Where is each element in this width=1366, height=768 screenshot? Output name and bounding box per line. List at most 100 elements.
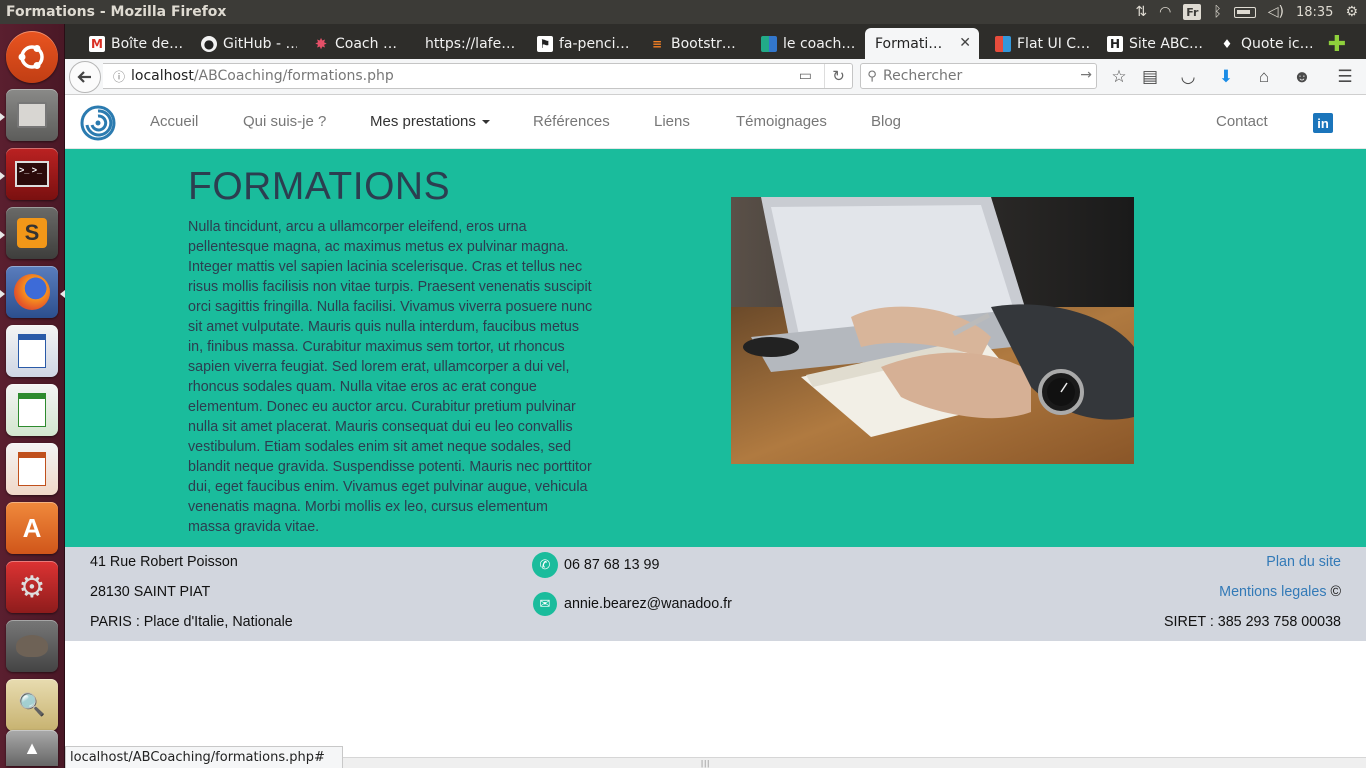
footer-address-line1: 41 Rue Robert Poisson: [90, 554, 238, 570]
footer-legal: Mentions legales ©: [1219, 584, 1341, 600]
nav-liens[interactable]: Liens: [654, 113, 690, 130]
horizontal-scrollbar[interactable]: |||: [343, 757, 1366, 768]
reading-list-icon[interactable]: ▤: [1138, 65, 1162, 89]
running-indicator-icon: [0, 231, 5, 239]
bookmark-icon: [761, 35, 777, 52]
gimp-icon[interactable]: [6, 620, 58, 672]
trash-icon[interactable]: ▲: [6, 730, 58, 766]
tab-fa-pencil[interactable]: ⚑ fa-penci…: [523, 28, 633, 59]
nav-accueil[interactable]: Accueil: [150, 113, 198, 130]
tab-github[interactable]: ● GitHub - …: [187, 28, 297, 59]
tab-label: le coach…: [783, 35, 856, 52]
tab-le-coach[interactable]: le coach…: [747, 28, 857, 59]
scroll-grip-icon: |||: [701, 759, 711, 768]
url-host: localhost: [131, 68, 194, 84]
libreoffice-impress-icon[interactable]: [6, 443, 58, 495]
site-logo-icon[interactable]: [80, 105, 116, 141]
firefox-icon[interactable]: [6, 266, 58, 318]
flag-icon: ⚑: [537, 35, 553, 52]
nav-references[interactable]: Références: [533, 113, 610, 130]
tab-site-abc[interactable]: H Site ABC…: [1093, 28, 1203, 59]
pocket-icon[interactable]: ◡: [1176, 65, 1200, 89]
wifi-icon[interactable]: ◠: [1159, 5, 1171, 19]
reader-view-icon[interactable]: ▭: [799, 68, 812, 84]
tab-label: Bootstr…: [671, 35, 736, 52]
sitemap-link[interactable]: Plan du site: [1266, 554, 1341, 570]
copyright: ©: [1330, 584, 1341, 600]
url-bar[interactable]: ⓘ localhost/ABCoaching/formations.php ▭ …: [103, 63, 853, 89]
nav-qui-suis-je[interactable]: Qui suis-je ?: [243, 113, 326, 130]
running-indicator-icon: [0, 290, 5, 298]
tab-lafe[interactable]: https://lafe…: [411, 28, 521, 59]
h-icon: H: [1107, 35, 1123, 52]
stackoverflow-icon: ≡: [651, 36, 663, 51]
nav-blog[interactable]: Blog: [871, 113, 901, 130]
footer-phone: 06 87 68 13 99: [564, 557, 660, 573]
tab-flat-ui[interactable]: Flat UI C…: [981, 28, 1091, 59]
tab-formations[interactable]: Formati… ✕: [865, 28, 979, 59]
tab-bootstrap[interactable]: ≡ Bootstr…: [635, 28, 745, 59]
search-bar[interactable]: ⚲ Rechercher →: [860, 63, 1097, 89]
info-icon[interactable]: ⓘ: [107, 68, 131, 85]
system-settings-icon[interactable]: ⚙: [6, 561, 58, 613]
site-navbar: Accueil Qui suis-je ? Mes prestations Ré…: [65, 96, 1366, 149]
bookmark-star-icon[interactable]: ☆: [1107, 65, 1131, 89]
keyboard-layout[interactable]: Fr: [1183, 4, 1202, 20]
ubuntu-dash-icon[interactable]: [6, 31, 58, 83]
legal-link[interactable]: Mentions legales: [1219, 584, 1326, 600]
formations-text: Nulla tincidunt, arcu a ullamcorper elei…: [188, 219, 593, 535]
tab-label: Coach …: [335, 35, 397, 52]
tab-label: Flat UI C…: [1017, 35, 1091, 52]
image-viewer-icon[interactable]: 🔍: [6, 679, 58, 731]
top-panel: Formations - Mozilla Firefox ⇅ ◠ Fr ᛒ ◁)…: [0, 0, 1366, 24]
phone-icon: ✆: [532, 552, 558, 578]
home-icon[interactable]: ⌂: [1252, 65, 1276, 89]
caret-down-icon: [481, 120, 490, 125]
search-go-icon[interactable]: →: [1080, 67, 1092, 83]
page-title: FORMATIONS: [188, 165, 451, 208]
sublime-text-icon[interactable]: S: [6, 207, 58, 259]
site-footer: 41 Rue Robert Poisson 28130 SAINT PIAT P…: [65, 547, 1366, 641]
window-title: Formations - Mozilla Firefox: [6, 4, 227, 20]
back-button[interactable]: [69, 61, 101, 93]
github-icon: ●: [201, 35, 217, 52]
tab-label: Quote ic…: [1241, 35, 1314, 52]
footer-address-line3: PARIS : Place d'Italie, Nationale: [90, 614, 293, 630]
hands-writing-photo: [731, 197, 1134, 464]
menu-icon[interactable]: ☰: [1333, 65, 1357, 89]
status-bar: localhost/ABCoaching/formations.php#: [65, 746, 343, 768]
settings-gear-icon[interactable]: ⚙: [1345, 5, 1358, 19]
footer-email: annie.bearez@wanadoo.fr: [564, 596, 732, 612]
bluetooth-icon[interactable]: ᛒ: [1213, 5, 1221, 19]
tab-quote[interactable]: ♦ Quote ic…: [1205, 28, 1317, 59]
close-tab-icon[interactable]: ✕: [959, 35, 971, 51]
libreoffice-calc-icon[interactable]: [6, 384, 58, 436]
back-arrow-icon: [77, 71, 91, 83]
unity-launcher: >_ >_ S A ⚙ 🔍 ▲: [0, 24, 65, 768]
network-sync-icon[interactable]: ⇅: [1135, 5, 1147, 19]
new-tab-button[interactable]: ✚: [1321, 28, 1353, 59]
search-placeholder: Rechercher: [883, 68, 963, 84]
files-icon[interactable]: [6, 89, 58, 141]
clock[interactable]: 18:35: [1296, 5, 1333, 20]
libreoffice-writer-icon[interactable]: [6, 325, 58, 377]
nav-contact[interactable]: Contact: [1216, 113, 1268, 130]
terminal-icon[interactable]: >_ >_: [6, 148, 58, 200]
software-center-icon[interactable]: A: [6, 502, 58, 554]
volume-icon[interactable]: ◁): [1268, 5, 1284, 19]
quote-icon: ♦: [1221, 36, 1233, 51]
nav-mes-prestations[interactable]: Mes prestations: [370, 113, 490, 130]
linkedin-icon[interactable]: in: [1313, 113, 1333, 133]
running-indicator-icon: [0, 172, 5, 180]
tab-coach[interactable]: ✸ Coach …: [299, 28, 409, 59]
tab-gmail[interactable]: M Boîte de…: [75, 28, 185, 59]
reload-icon[interactable]: ↻: [824, 64, 852, 88]
battery-icon[interactable]: [1233, 6, 1256, 18]
running-indicator-icon: [0, 113, 5, 121]
system-indicators: ⇅ ◠ Fr ᛒ ◁) 18:35 ⚙: [1135, 0, 1358, 24]
url-path: /ABCoaching/formations.php: [193, 68, 394, 84]
nav-temoignages[interactable]: Témoignages: [736, 113, 827, 130]
downloads-icon[interactable]: ⬇: [1214, 65, 1238, 89]
chat-icon[interactable]: ☻: [1290, 65, 1314, 89]
tab-label: Boîte de…: [111, 35, 184, 52]
